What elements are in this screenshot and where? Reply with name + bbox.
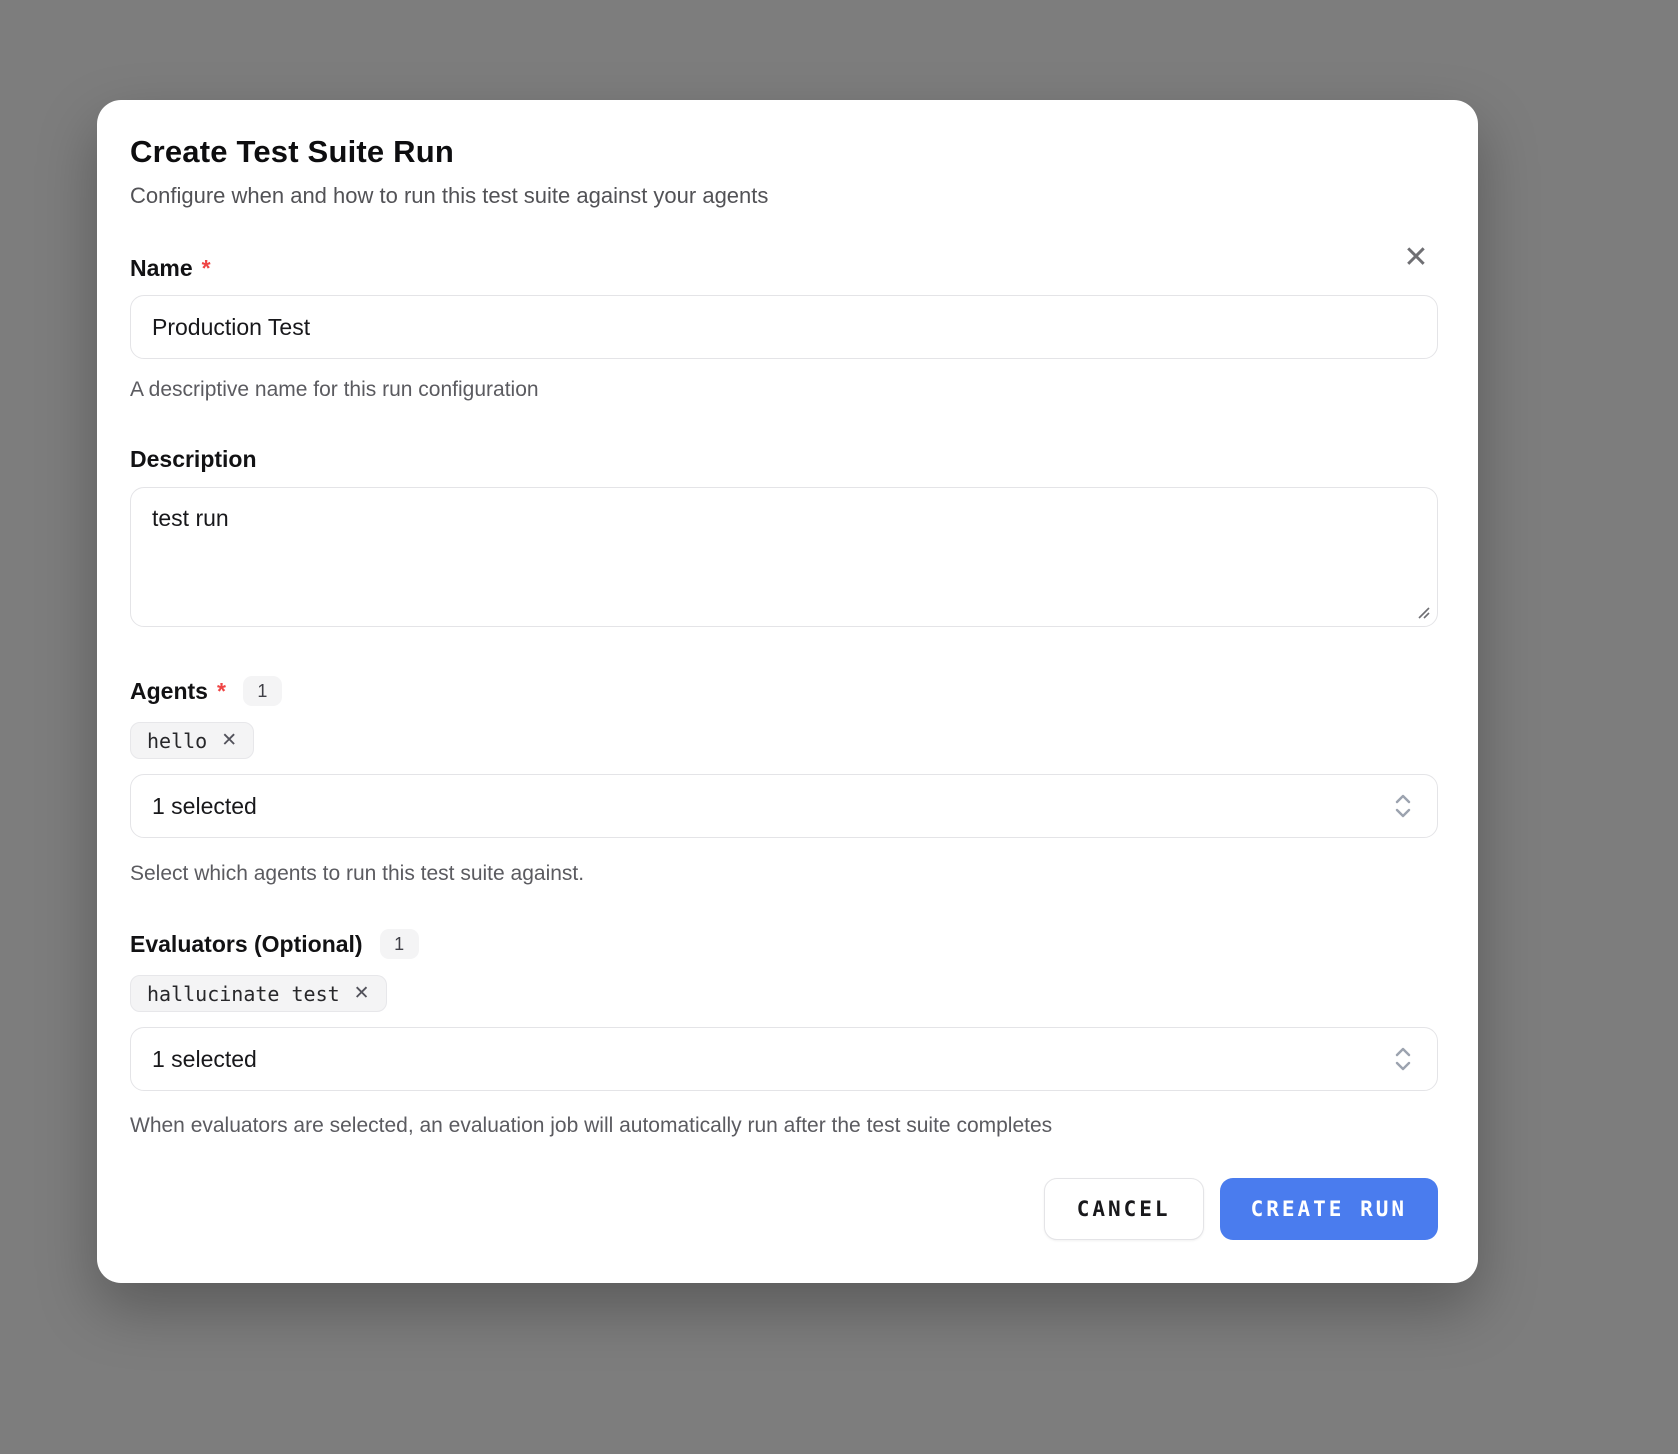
name-label: Name <box>130 255 193 282</box>
agents-label: Agents <box>130 678 208 705</box>
create-test-suite-run-dialog: ✕ Create Test Suite Run Configure when a… <box>97 100 1478 1283</box>
evaluators-select-value: 1 selected <box>152 1046 257 1073</box>
cancel-button[interactable]: CANCEL <box>1044 1178 1204 1240</box>
agent-chip: hello ✕ <box>130 722 254 759</box>
dialog-actions: CANCEL CREATE RUN <box>130 1178 1438 1240</box>
name-helper-text: A descriptive name for this run configur… <box>130 378 1438 402</box>
agents-chip-row: hello ✕ <box>130 722 1438 759</box>
agent-chip-label: hello <box>147 729 207 753</box>
description-textarea[interactable]: test run <box>130 487 1438 627</box>
agents-count-badge: 1 <box>243 676 282 706</box>
name-input[interactable] <box>130 295 1438 359</box>
description-label: Description <box>130 446 257 473</box>
agents-helper-text: Select which agents to run this test sui… <box>130 862 1438 886</box>
dialog-subtitle: Configure when and how to run this test … <box>130 183 1438 209</box>
agents-required-asterisk: * <box>217 678 226 705</box>
modal-overlay: ✕ Create Test Suite Run Configure when a… <box>0 0 1678 1454</box>
evaluator-chip-remove-icon[interactable]: ✕ <box>354 984 370 1003</box>
create-run-button[interactable]: CREATE RUN <box>1220 1178 1438 1240</box>
close-icon[interactable]: ✕ <box>1396 238 1436 278</box>
evaluator-chip-label: hallucinate test <box>147 982 340 1006</box>
agent-chip-remove-icon[interactable]: ✕ <box>221 731 237 750</box>
dialog-title: Create Test Suite Run <box>130 134 1438 170</box>
evaluators-helper-text: When evaluators are selected, an evaluat… <box>130 1114 1438 1138</box>
chevron-up-down-icon <box>1392 1046 1414 1072</box>
agents-select-value: 1 selected <box>152 793 257 820</box>
agents-select[interactable]: 1 selected <box>130 774 1438 838</box>
evaluators-label-row: Evaluators (Optional) 1 <box>130 929 1438 959</box>
evaluator-chip: hallucinate test ✕ <box>130 975 387 1012</box>
evaluators-label: Evaluators (Optional) <box>130 931 363 958</box>
description-textarea-wrap: test run <box>130 487 1438 627</box>
evaluators-chip-row: hallucinate test ✕ <box>130 975 1438 1012</box>
evaluators-select[interactable]: 1 selected <box>130 1027 1438 1091</box>
name-label-row: Name * <box>130 255 1438 282</box>
chevron-up-down-icon <box>1392 793 1414 819</box>
evaluators-count-badge: 1 <box>380 929 419 959</box>
description-label-row: Description <box>130 446 1438 473</box>
name-required-asterisk: * <box>202 255 211 282</box>
agents-label-row: Agents * 1 <box>130 676 1438 706</box>
